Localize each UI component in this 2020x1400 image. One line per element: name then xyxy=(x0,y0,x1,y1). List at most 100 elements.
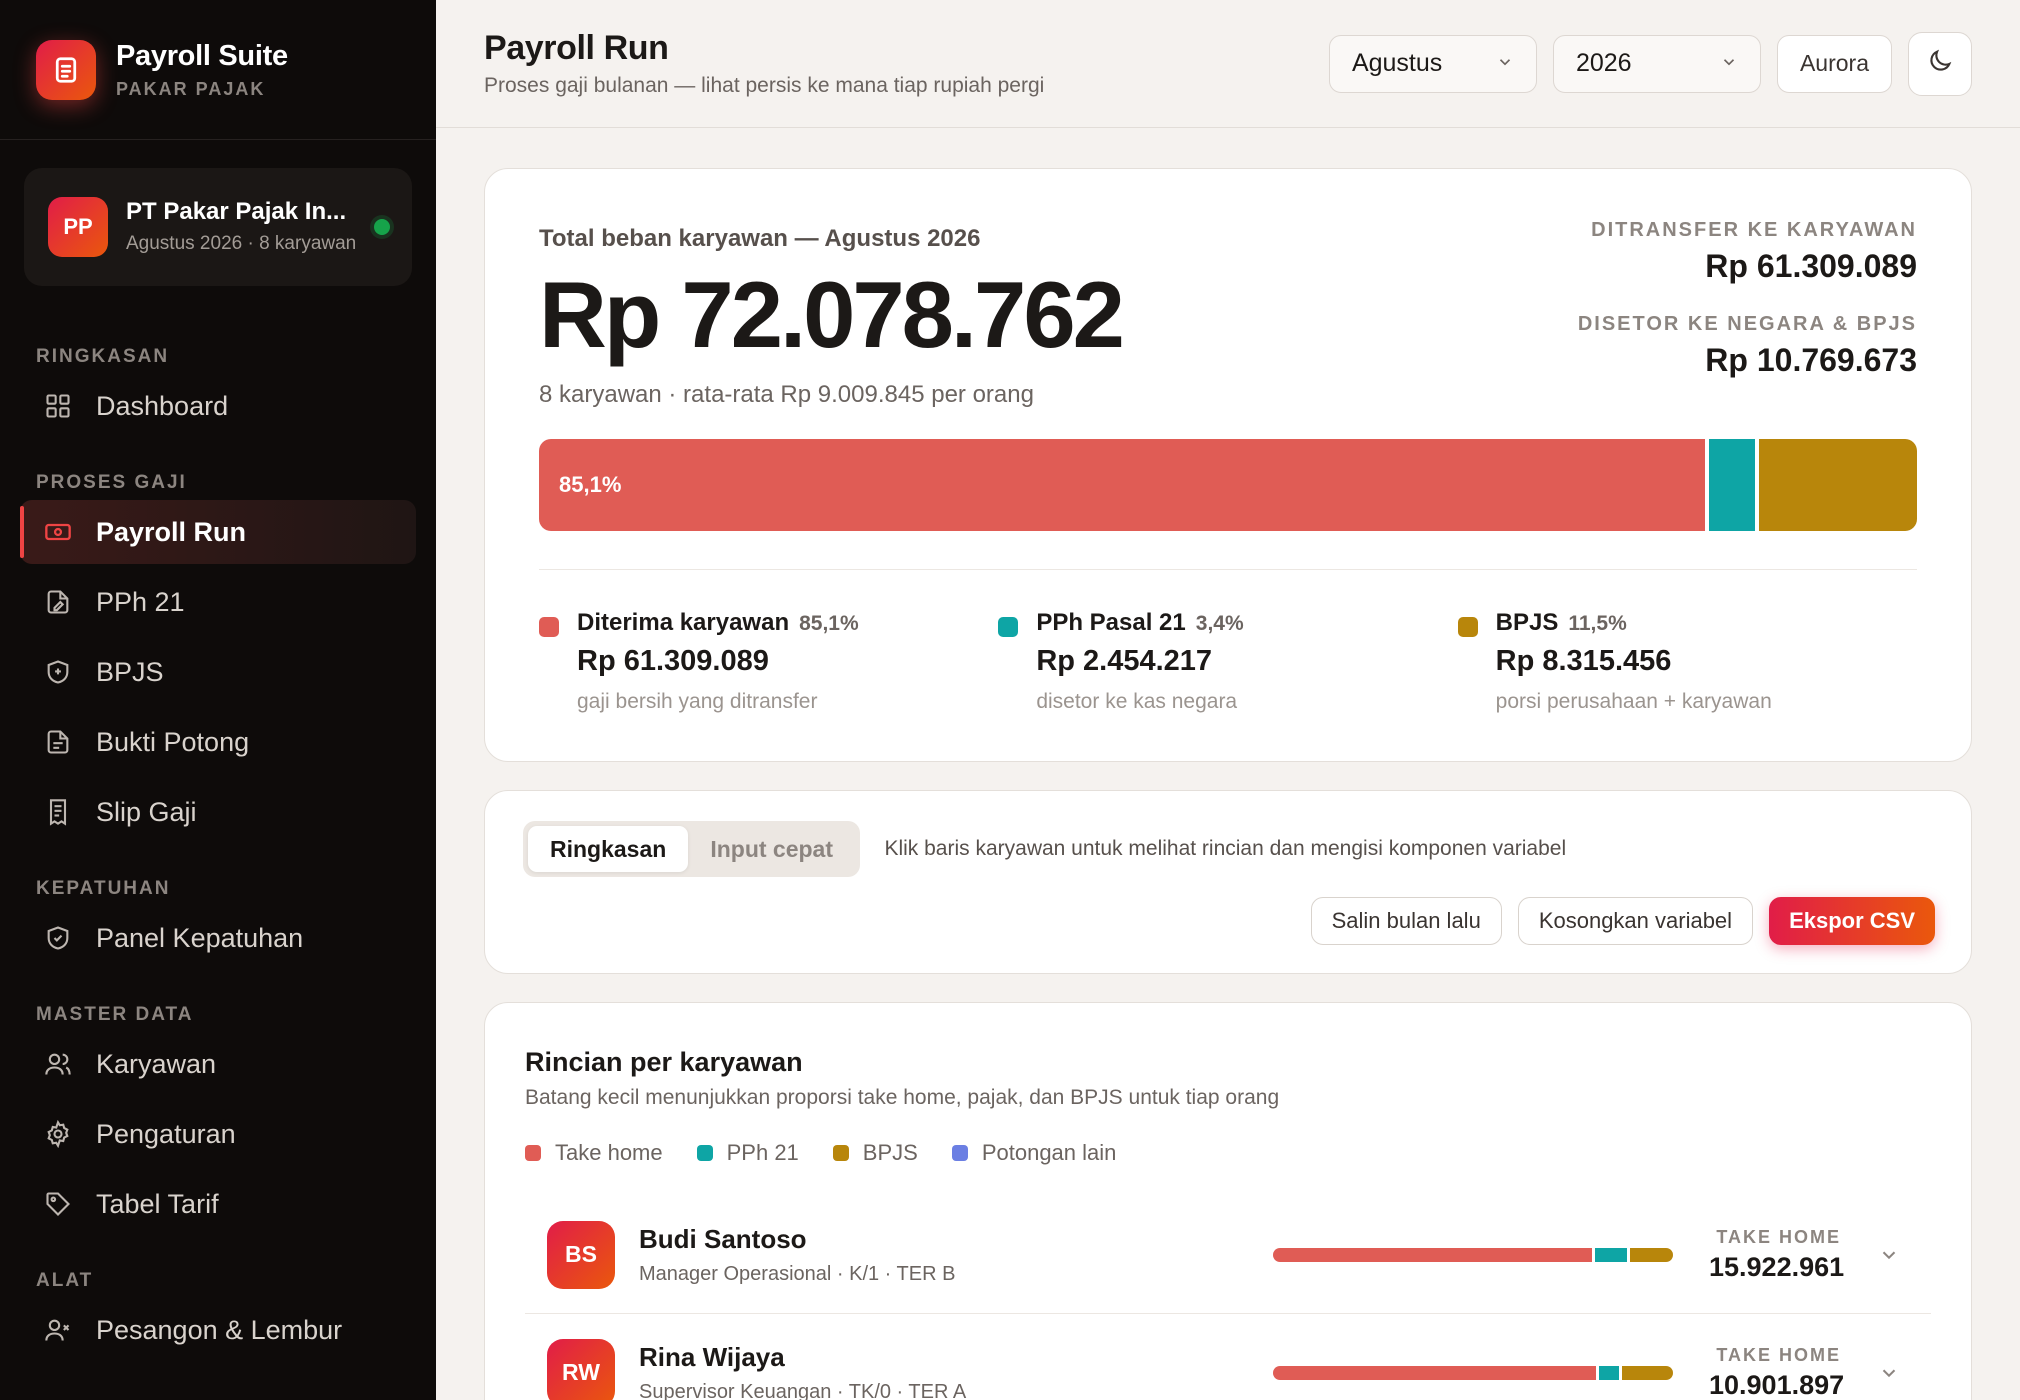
employee-name: Budi Santoso xyxy=(639,1223,807,1254)
take-home-value: 15.922.961 xyxy=(1709,1251,1845,1282)
clear-variables-button[interactable]: Kosongkan variabel xyxy=(1517,897,1754,945)
legend-label: BPJS xyxy=(862,1140,918,1165)
sidebar-item-payroll-run[interactable]: Payroll Run xyxy=(20,500,416,564)
legend-item: PPh 21 xyxy=(696,1140,799,1166)
view-toggle: Ringkasan Input cepat xyxy=(523,821,860,877)
sidebar-item-pph21[interactable]: PPh 21 xyxy=(20,570,416,634)
avatar: RW xyxy=(547,1338,615,1400)
legend-dot xyxy=(1457,617,1478,637)
sidebar-item-label: Pesangon & Lembur xyxy=(96,1314,343,1345)
proportion-pph21 xyxy=(1599,1365,1619,1380)
nav-section-alat: ALAT xyxy=(36,1270,94,1291)
legend-dot xyxy=(951,1145,968,1161)
legend-dot xyxy=(525,1145,541,1161)
toolbar-card: Ringkasan Input cepat Klik baris karyawa… xyxy=(484,790,1972,974)
money-icon xyxy=(42,516,74,548)
legend-bpjs: BPJS 11,5% Rp 8.315.456 porsi perusahaan … xyxy=(1457,609,1917,714)
page-title: Payroll Run xyxy=(484,29,669,67)
divider xyxy=(539,569,1917,570)
sidebar-item-label: Tabel Tarif xyxy=(96,1188,219,1219)
legend-item: Potongan lain xyxy=(951,1140,1117,1166)
sidebar-item-tabel-tarif[interactable]: Tabel Tarif xyxy=(20,1172,416,1236)
sidebar-item-slip-gaji[interactable]: Slip Gaji xyxy=(20,780,416,844)
employee-meta: Supervisor Keuangan · TK/0 · TER A xyxy=(639,1380,967,1400)
sidebar: Payroll Suite PAKAR PAJAK PP PT Pakar Pa… xyxy=(0,0,436,1400)
theme-button[interactable]: Aurora xyxy=(1776,34,1892,93)
take-home-label: TAKE HOME xyxy=(1716,1344,1841,1365)
legend-dot xyxy=(539,617,559,637)
legend-label: Potongan lain xyxy=(981,1140,1117,1165)
legend-pph21: PPh Pasal 21 3,4% Rp 2.454.217 disetor ke… xyxy=(998,609,1457,714)
company-switcher[interactable]: PP PT Pakar Pajak In... Agustus 2026 · 8… xyxy=(24,168,412,286)
user-x-icon xyxy=(42,1314,74,1346)
shield-icon xyxy=(42,656,74,688)
sidebar-item-pesangon-lembur[interactable]: Pesangon & Lembur xyxy=(20,1298,416,1362)
sidebar-item-bukti-potong[interactable]: Bukti Potong xyxy=(20,710,416,774)
sidebar-item-label: PPh 21 xyxy=(96,586,185,617)
sidebar-item-karyawan[interactable]: Karyawan xyxy=(20,1032,416,1096)
proportion-bar xyxy=(1273,1365,1673,1380)
legend-description: disetor ke kas negara xyxy=(1036,690,1238,713)
chevron-down-icon xyxy=(1496,49,1514,78)
table-row[interactable]: RW Rina Wijaya Supervisor Keuangan · TK/… xyxy=(525,1314,1931,1400)
file-text-icon xyxy=(42,726,74,758)
nav-section-master-data: MASTER DATA xyxy=(36,1004,194,1025)
sidebar-item-label: Pengaturan xyxy=(96,1118,236,1149)
avatar: BS xyxy=(547,1220,615,1289)
toolbar-hint: Klik baris karyawan untuk melihat rincia… xyxy=(884,837,1567,860)
take-home-label: TAKE HOME xyxy=(1716,1226,1841,1247)
copy-previous-month-button[interactable]: Salin bulan lalu xyxy=(1310,897,1502,945)
document-icon xyxy=(36,39,96,100)
distribution-bar: 85,1% xyxy=(539,439,1917,531)
month-select[interactable]: Agustus xyxy=(1328,34,1537,93)
tab-ringkasan[interactable]: Ringkasan xyxy=(528,826,689,872)
proportion-bar xyxy=(1273,1247,1673,1262)
legend-title: Diterima karyawan xyxy=(577,609,790,636)
receipt-icon xyxy=(42,796,74,828)
year-select[interactable]: 2026 xyxy=(1552,34,1761,93)
sidebar-item-label: Panel Kepatuhan xyxy=(96,922,304,953)
summary-legend: Diterima karyawan 85,1% Rp 61.309.089 gaj… xyxy=(539,609,1917,714)
topbar: Payroll Run Proses gaji bulanan — lihat … xyxy=(436,0,2020,128)
sidebar-item-label: Bukti Potong xyxy=(96,726,250,757)
breakdown-title: Rincian per karyawan xyxy=(525,1047,803,1077)
chevron-down-icon[interactable] xyxy=(1869,1362,1909,1384)
bar-segment-take-home[interactable]: 85,1% xyxy=(539,439,1705,531)
legend-description: gaji bersih yang ditransfer xyxy=(577,690,818,713)
sidebar-item-panel-kepatuhan[interactable]: Panel Kepatuhan xyxy=(20,906,416,970)
employee-meta: Manager Operasional · K/1 · TER B xyxy=(639,1262,956,1285)
employee-breakdown-card: Rincian per karyawan Batang kecil menunj… xyxy=(484,1002,1972,1400)
legend-title: PPh Pasal 21 xyxy=(1036,609,1186,636)
month-select-value: Agustus xyxy=(1351,49,1443,77)
sidebar-item-label: BPJS xyxy=(96,656,164,687)
sidebar-item-pengaturan[interactable]: Pengaturan xyxy=(20,1102,416,1166)
sidebar-item-label: Dashboard xyxy=(96,390,229,421)
file-edit-icon xyxy=(42,586,74,618)
export-csv-button[interactable]: Ekspor CSV xyxy=(1769,897,1935,945)
legend-value: Rp 61.309.089 xyxy=(577,645,769,677)
legend-dot xyxy=(696,1145,713,1161)
sidebar-item-dashboard[interactable]: Dashboard xyxy=(20,374,416,438)
status-dot xyxy=(374,219,390,235)
breakdown-subtitle: Batang kecil menunjukkan proporsi take h… xyxy=(525,1086,1280,1109)
bar-label: 85,1% xyxy=(559,472,622,497)
nav-section-ringkasan: RINGKASAN xyxy=(36,346,170,367)
chevron-down-icon[interactable] xyxy=(1869,1244,1909,1266)
legend-item: BPJS xyxy=(832,1140,918,1166)
legend-dot xyxy=(832,1145,849,1161)
bar-segment-bpjs[interactable] xyxy=(1759,439,1917,531)
brand-subtitle: PAKAR PAJAK xyxy=(116,78,266,99)
breakdown-legend: Take home PPh 21 BPJS Potongan lain xyxy=(525,1140,1931,1166)
page-subtitle: Proses gaji bulanan — lihat persis ke ma… xyxy=(484,74,1045,97)
deposit-label: DISETOR KE NEGARA & BPJS xyxy=(1577,313,1917,335)
tab-input-cepat[interactable]: Input cepat xyxy=(688,826,855,872)
company-meta: Agustus 2026 · 8 karyawan xyxy=(126,233,357,254)
legend-take-home: Diterima karyawan 85,1% Rp 61.309.089 gaj… xyxy=(539,609,998,714)
bar-segment-pph21[interactable] xyxy=(1708,439,1756,531)
sidebar-item-bpjs[interactable]: BPJS xyxy=(20,640,416,704)
table-row[interactable]: BS Budi Santoso Manager Operasional · K/… xyxy=(525,1196,1931,1314)
legend-percent: 11,5% xyxy=(1568,612,1627,635)
users-icon xyxy=(42,1048,74,1080)
transfer-value: Rp 61.309.089 xyxy=(1705,248,1917,284)
dark-mode-toggle[interactable] xyxy=(1908,31,1972,96)
